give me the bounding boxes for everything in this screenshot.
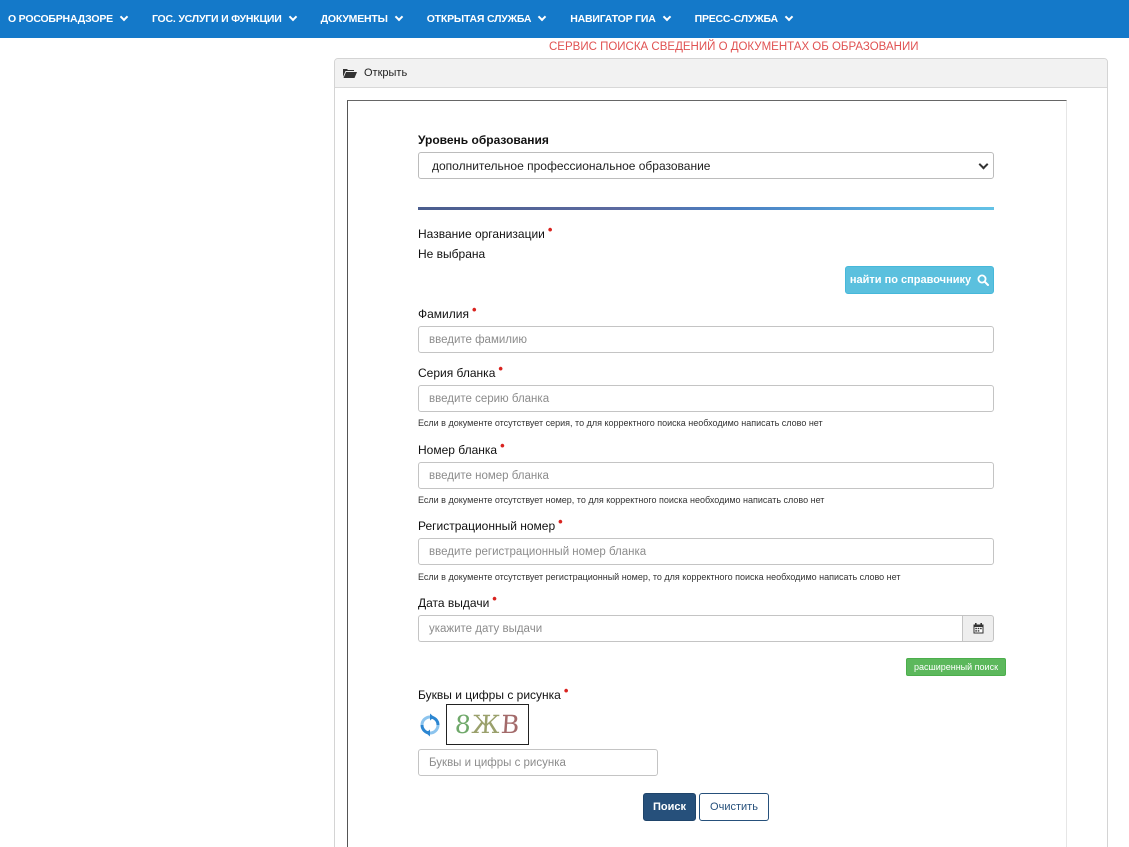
captcha-input[interactable] [418,749,658,776]
required-marker: • [500,438,505,453]
chevron-down-icon [288,12,297,22]
captcha-char: В [499,710,522,739]
reg-number-label-text: Регистрационный номер [418,519,556,533]
chevron-down-icon [537,12,547,22]
education-level-selected: дополнительное профессиональное образова… [432,158,711,173]
lookup-directory-button[interactable]: найти по справочнику [845,266,994,294]
required-marker: • [471,302,477,317]
captcha-text: 8ЖВ [454,710,521,739]
search-icon [977,274,990,286]
nav-item-press[interactable]: ПРЕСС-СЛУЖБА [694,12,794,25]
clear-button[interactable]: Очистить [699,793,769,821]
nav-item-label: ДОКУМЕНТЫ [320,13,388,25]
blank-series-label: Серия бланка • [418,361,503,380]
required-marker: • [563,683,569,698]
issue-date-label-text: Дата выдачи [418,596,490,610]
blank-series-label-text: Серия бланка [418,366,496,380]
blank-number-help: Если в документе отсутствует номер, то д… [418,495,825,505]
nav-item-label: ПРЕСС-СЛУЖБА [694,13,778,25]
panel-heading[interactable]: Открыть [335,59,1107,88]
nav-item-label: ГОС. УСЛУГИ И ФУНКЦИИ [151,13,282,25]
education-level-label: Уровень образования [418,133,549,147]
reg-number-label: Регистрационный номер • [418,514,563,533]
issue-date-input[interactable] [418,615,963,642]
organization-label: Название организации • [418,222,552,241]
nav-item-services[interactable]: ГОС. УСЛУГИ И ФУНКЦИИ [151,12,297,25]
chevron-down-icon [978,159,989,170]
chevron-down-icon [662,12,671,22]
service-title: СЕРВИС ПОИСКА СВЕДЕНИЙ О ДОКУМЕНТАХ ОБ О… [549,41,919,53]
reg-number-input[interactable] [418,538,994,565]
required-marker: • [492,591,497,606]
panel-heading-label: Открыть [364,67,408,79]
search-button[interactable]: Поиск [643,793,696,821]
chevron-down-icon [119,12,129,22]
nav-item-gia-navigator[interactable]: НАВИГАТОР ГИА [570,12,671,25]
nav-item-documents[interactable]: ДОКУМЕНТЫ [320,12,403,25]
nav-item-label: ОТКРЫТАЯ СЛУЖБА [426,13,532,25]
nav-item-label: НАВИГАТОР ГИА [570,13,656,25]
nav-item-open-service[interactable]: ОТКРЫТАЯ СЛУЖБА [426,12,547,25]
calendar-icon [973,623,983,634]
captcha-label: Буквы и цифры с рисунка • [418,683,568,702]
organization-label-text: Название организации [418,227,545,241]
captcha-label-text: Буквы и цифры с рисунка [418,688,561,702]
surname-label-text: Фамилия [418,307,469,321]
lookup-directory-label: найти по справочнику [849,274,972,286]
chevron-down-icon [784,12,794,22]
captcha-char: 8 [453,710,473,739]
blank-number-input[interactable] [418,462,994,489]
nav-item-label: О РОСОБРНАДЗОРЕ [8,13,113,25]
issue-date-label: Дата выдачи • [418,591,497,610]
folder-open-icon [343,69,357,78]
reg-number-help: Если в документе отсутствует регистрацио… [418,572,901,582]
education-level-select[interactable]: дополнительное профессиональное образова… [418,152,994,179]
required-marker: • [498,361,503,376]
blank-number-label: Номер бланка • [418,438,505,457]
chevron-down-icon [394,12,403,22]
top-navigation: О РОСОБРНАДЗОРЕ ГОС. УСЛУГИ И ФУНКЦИИ ДО… [0,0,1129,38]
blank-series-input[interactable] [418,385,994,412]
required-marker: • [558,514,563,529]
required-marker: • [547,222,553,237]
surname-label: Фамилия • [418,302,477,321]
nav-item-about[interactable]: О РОСОБРНАДЗОРЕ [8,12,129,25]
refresh-icon[interactable] [418,713,442,737]
blank-series-help: Если в документе отсутствует серия, то д… [418,418,823,428]
blank-number-label-text: Номер бланка [418,443,498,457]
organization-value: Не выбрана [418,247,486,261]
captcha-image: 8ЖВ [446,704,529,745]
calendar-button[interactable] [962,615,994,642]
section-divider [418,207,994,210]
advanced-search-button[interactable]: расширенный поиск [906,658,1006,676]
captcha-char: Ж [470,710,502,739]
surname-input[interactable] [418,326,994,353]
